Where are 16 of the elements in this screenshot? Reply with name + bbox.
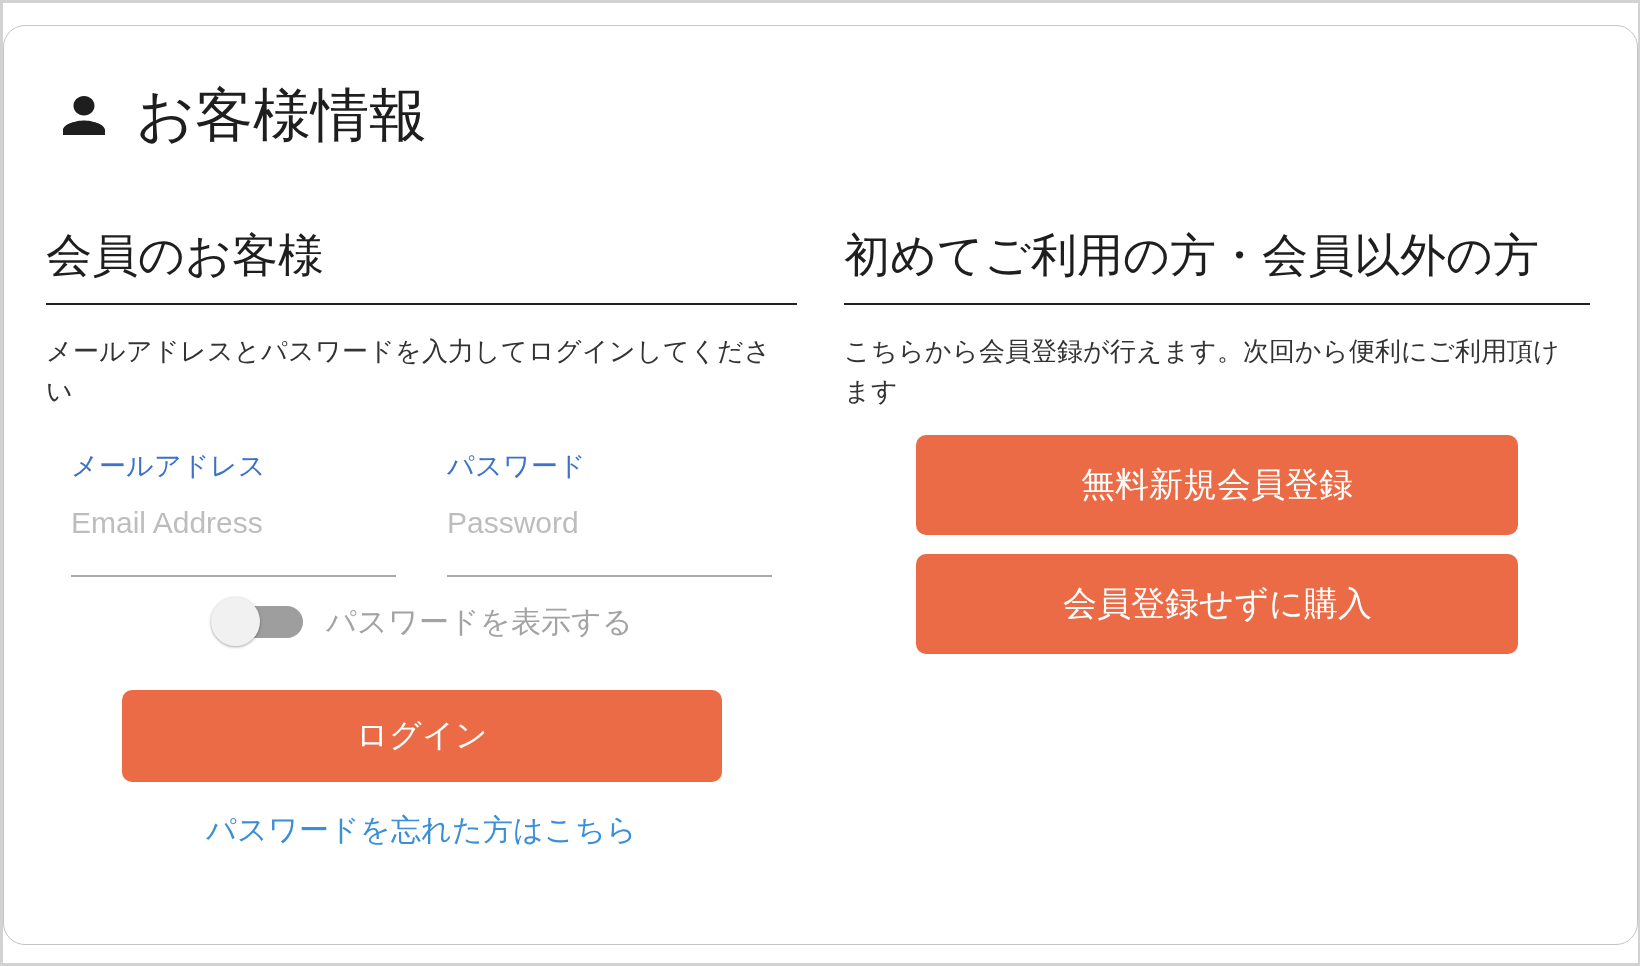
email-field[interactable]: Email Address: [71, 483, 396, 577]
section-heading: 初めてご利用の方・会員以外の方: [844, 227, 1590, 305]
section-heading: 会員のお客様: [46, 227, 797, 305]
page-title: お客様情報: [136, 80, 427, 150]
field-label: パスワード: [447, 449, 586, 483]
toggle-switch[interactable]: [210, 596, 303, 647]
field-label: メールアドレス: [71, 449, 266, 483]
guest-purchase-button[interactable]: 会員登録せずに購入: [916, 554, 1518, 654]
section-description: メールアドレスとパスワードを入力してログインしてください: [46, 334, 772, 408]
section-description: こちらから会員登録が行えます。次回から便利にご利用頂けます: [844, 334, 1561, 408]
password-field[interactable]: Password: [447, 483, 772, 577]
person-icon: [63, 95, 105, 135]
toggle-label: パスワードを表示する: [325, 602, 633, 641]
login-button[interactable]: ログイン: [121, 690, 722, 782]
forgot-password-link[interactable]: パスワードを忘れた方はこちら: [206, 811, 637, 849]
register-button[interactable]: 無料新規会員登録: [916, 435, 1518, 535]
